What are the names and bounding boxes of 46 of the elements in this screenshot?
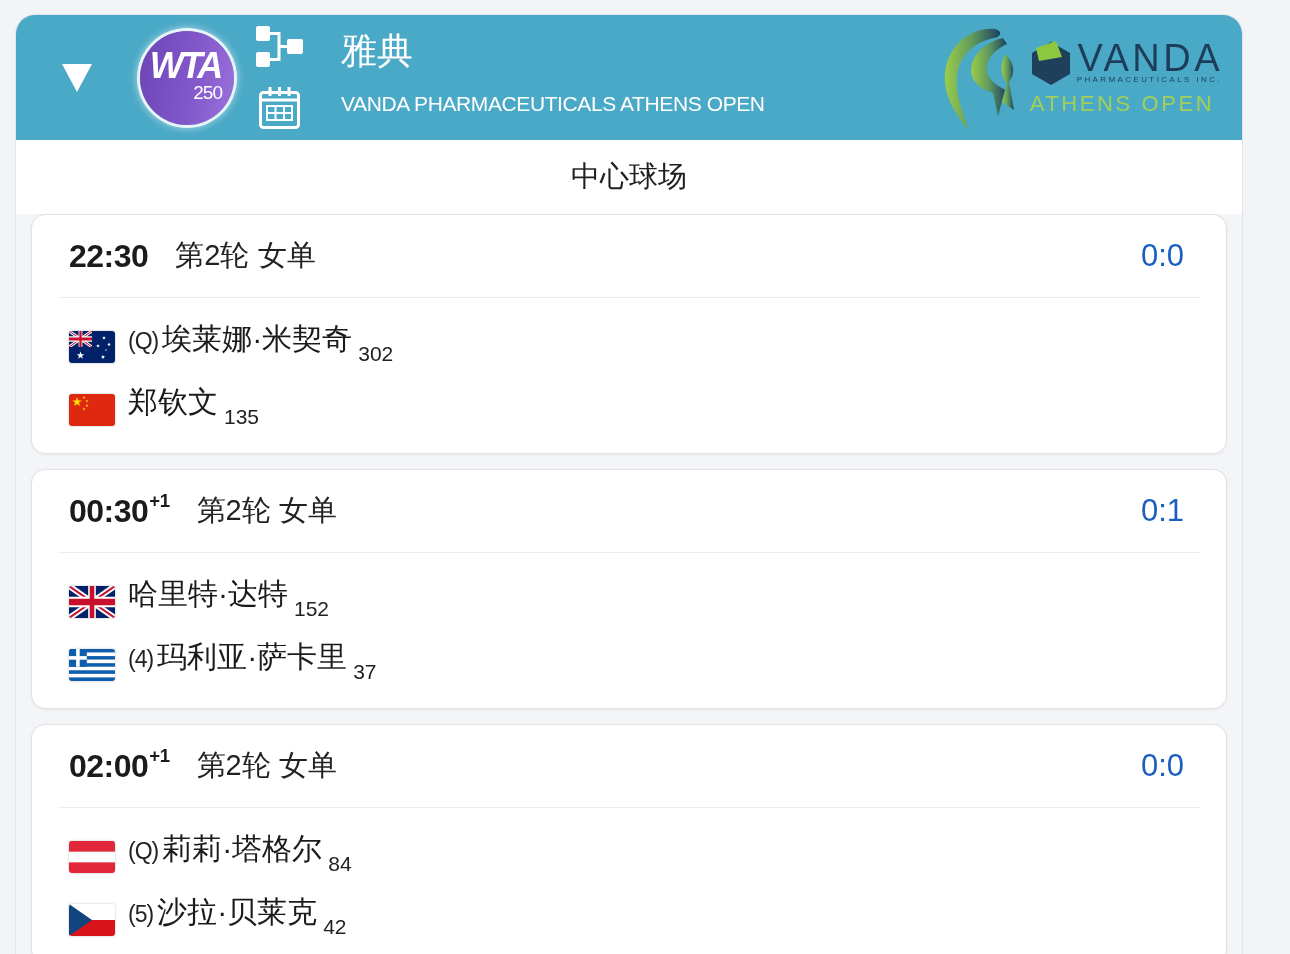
player-name: 埃莱娜·米契奇 [162, 322, 353, 356]
match-score: 0:0 [1140, 238, 1184, 274]
player-ranking: 152 [294, 596, 330, 620]
calendar-icon[interactable] [259, 87, 300, 129]
tier-number: 250 [193, 81, 222, 104]
match-card[interactable]: 00:30$^{+1}$ 第2轮 女单 0:1 哈里特·达特 $_{152}$ (4)玛利亚·萨卡里 $_{37}$ [31, 469, 1227, 709]
player-ranking: 42 [323, 914, 347, 938]
chinese-flag-icon [69, 393, 115, 426]
badge-wordmark: WTA [149, 49, 221, 82]
bracket-icon[interactable] [256, 26, 303, 67]
british-flag-icon [69, 585, 115, 618]
player-ranking: 37 [353, 659, 377, 683]
match-time: 22:30 [69, 237, 149, 275]
tournament-city: 雅典 [341, 30, 414, 71]
match-score: 0:1 [1140, 493, 1184, 529]
round-label: 第2轮 女单 [175, 238, 316, 273]
match-card[interactable]: 02:00$^{+1}$ 第2轮 女单 0:0 (Q)莉莉·塔格尔 $_{84}$ (5)沙拉·贝莱克 $_{42}$ [31, 724, 1227, 954]
dropdown-triangle-icon[interactable] [62, 63, 92, 92]
player-ranking: 84 [328, 851, 352, 875]
player-name: 郑钦文 [128, 385, 218, 419]
greek-flag-icon [69, 648, 115, 681]
player-name: 哈里特·达特 [128, 577, 288, 611]
seed-label: (4) [128, 646, 154, 673]
seed-label: (Q) [128, 838, 159, 865]
match-score: 0:0 [1140, 748, 1184, 784]
round-label: 第2轮 女单 [196, 748, 337, 783]
logo-tagline: PHARMACEUTICALS INC. [1076, 74, 1222, 85]
seed-label: (Q) [128, 328, 159, 355]
round-label: 第2轮 女单 [196, 493, 337, 528]
hexagon-logo-icon [1029, 39, 1072, 86]
player-name: 莉莉·塔格尔 [162, 832, 323, 866]
austrian-flag-icon [69, 840, 115, 873]
australian-flag-icon [69, 330, 115, 363]
player-name: 玛利亚·萨卡里 [157, 640, 348, 674]
player-ranking: 135 [224, 404, 260, 428]
match-time: 00:30$^{+1}$ [69, 492, 170, 530]
match-card[interactable]: 22:30 第2轮 女单 0:0 (Q)埃莱娜·米契奇 $_{302}$ 郑钦文 $_{135}$ [31, 214, 1227, 454]
tournament-name: VANDA PHARMACEUTICALS ATHENS OPEN [341, 90, 765, 117]
court-title: 中心球场 [571, 159, 687, 194]
czech-flag-icon [69, 903, 115, 936]
logo-wordmark: VANDA [1077, 40, 1223, 75]
player-name: 沙拉·贝莱克 [157, 895, 318, 929]
player-ranking: 302 [358, 341, 394, 365]
logo-event-name: ATHENS OPEN [1029, 91, 1215, 116]
seed-label: (5) [128, 901, 154, 928]
match-time: 02:00$^{+1}$ [69, 747, 170, 785]
